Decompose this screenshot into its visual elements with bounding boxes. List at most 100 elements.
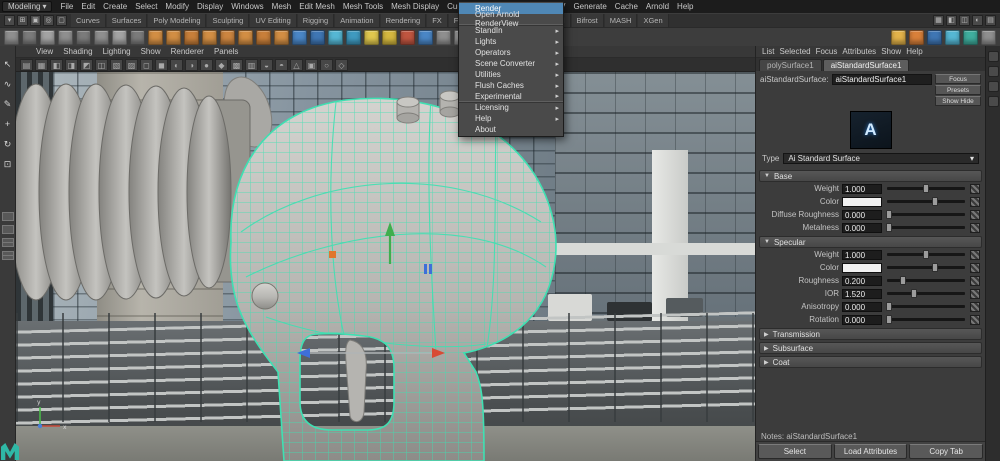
menubar-item[interactable]: Cache — [611, 0, 642, 13]
attribute-slider[interactable] — [887, 200, 965, 203]
shelf-tab[interactable]: Rendering — [381, 14, 427, 27]
channel-box-toggle[interactable] — [988, 81, 999, 92]
shelf-icon[interactable] — [220, 30, 235, 45]
menubar-item[interactable]: Generate — [569, 0, 610, 13]
shelf-icon[interactable] — [382, 30, 397, 45]
footer-button[interactable]: Select — [758, 444, 832, 459]
shelf-icon[interactable] — [184, 30, 199, 45]
shelf-icon[interactable] — [346, 30, 361, 45]
viewport-toolbar-icon[interactable]: ▩ — [230, 59, 243, 71]
menu-item[interactable]: Open Arnold RenderView ▸ — [459, 14, 563, 25]
viewport-toolbar-icon[interactable]: ▦ — [35, 59, 48, 71]
attribute-slider[interactable] — [887, 279, 965, 282]
viewport-toolbar-icon[interactable]: ▤ — [20, 59, 33, 71]
status-icon[interactable]: ◧ — [946, 15, 957, 26]
viewport-toolbar-icon[interactable]: ◑ — [185, 59, 198, 71]
scale-tool-icon[interactable]: ⊡ — [2, 158, 14, 170]
shelf-icon[interactable] — [418, 30, 433, 45]
shelf-tab[interactable]: Surfaces — [107, 14, 148, 27]
workspace-selector[interactable]: Modeling ▾ — [2, 1, 52, 12]
viewport-toolbar-icon[interactable]: ▨ — [125, 59, 138, 71]
shelf-icon[interactable] — [292, 30, 307, 45]
slider-handle[interactable] — [932, 197, 938, 206]
viewport-toolbar-icon[interactable]: ◓ — [275, 59, 288, 71]
value-field[interactable]: 0.000 — [842, 315, 882, 325]
map-button[interactable] — [970, 210, 980, 220]
menubar-item[interactable]: Display — [193, 0, 227, 13]
status-icon[interactable]: ⊞ — [17, 15, 28, 26]
node-tab[interactable]: polySurface1 — [759, 59, 822, 71]
shelf-icon[interactable] — [400, 30, 415, 45]
slider-handle[interactable] — [923, 184, 929, 193]
shelf-icon[interactable] — [112, 30, 127, 45]
menubar-item[interactable]: Windows — [227, 0, 267, 13]
viewport-toolbar-icon[interactable]: ▣ — [305, 59, 318, 71]
viewport-toolbar-icon[interactable]: ◆ — [215, 59, 228, 71]
slider-handle[interactable] — [923, 250, 929, 259]
shelf-icon[interactable] — [274, 30, 289, 45]
section-header[interactable]: ▼Specular — [759, 236, 982, 248]
shelf-icon[interactable] — [148, 30, 163, 45]
viewport-toolbar-icon[interactable]: ◒ — [260, 59, 273, 71]
value-field[interactable]: 1.000 — [842, 250, 882, 260]
shelf-icon[interactable] — [945, 30, 960, 45]
shelf-icon[interactable] — [328, 30, 343, 45]
shelf-tab[interactable]: Bifrost — [572, 14, 604, 27]
shelf-icon[interactable] — [40, 30, 55, 45]
menu-item[interactable]: Flush Caches ▸ — [459, 80, 563, 91]
layout-single-pane-button[interactable] — [2, 212, 14, 221]
panel-menu-item[interactable]: View — [32, 47, 57, 56]
menu-item[interactable]: StandIn ▸ — [459, 25, 563, 36]
shelf-icon[interactable] — [364, 30, 379, 45]
status-icon[interactable]: ▾ — [4, 15, 15, 26]
shelf-icon[interactable] — [927, 30, 942, 45]
viewport-toolbar-icon[interactable]: ○ — [320, 59, 333, 71]
menu-item[interactable]: Experimental ▸ — [459, 91, 563, 102]
menubar-item[interactable]: File — [56, 0, 77, 13]
shelf-icon[interactable] — [4, 30, 19, 45]
footer-button[interactable]: Copy Tab — [909, 444, 983, 459]
status-icon[interactable]: ▣ — [30, 15, 41, 26]
map-button[interactable] — [970, 223, 980, 233]
viewport-toolbar-icon[interactable]: ◨ — [65, 59, 78, 71]
menu-item[interactable]: Scene Converter ▸ — [459, 58, 563, 69]
viewport-toolbar-icon[interactable]: ◇ — [335, 59, 348, 71]
layout-two-pane-button[interactable] — [2, 225, 14, 234]
status-icon[interactable]: ◫ — [959, 15, 970, 26]
shelf-tab[interactable]: XGen — [638, 14, 668, 27]
map-button[interactable] — [970, 289, 980, 299]
menubar-item[interactable]: Mesh — [268, 0, 296, 13]
raygun-side-sphere[interactable] — [252, 283, 278, 309]
viewport-toolbar-icon[interactable]: ◧ — [50, 59, 63, 71]
shelf-icon[interactable] — [310, 30, 325, 45]
menu-item[interactable]: Operators ▸ — [459, 47, 563, 58]
value-field[interactable]: 0.000 — [842, 223, 882, 233]
section-header[interactable]: ▶Subsurface — [759, 342, 982, 354]
shelf-tab[interactable]: Sculpting — [207, 14, 249, 27]
section-header[interactable]: ▶Transmission — [759, 328, 982, 340]
attribute-slider[interactable] — [887, 253, 965, 256]
menubar-item[interactable]: Help — [673, 0, 697, 13]
shelf-tab[interactable]: Curves — [71, 14, 106, 27]
attribute-slider[interactable] — [887, 213, 965, 216]
viewport-toolbar-icon[interactable]: ◐ — [170, 59, 183, 71]
shelf-tab[interactable]: Rigging — [298, 14, 334, 27]
color-swatch[interactable] — [842, 263, 882, 273]
menu-item[interactable]: Help ▸ — [459, 113, 563, 124]
panel-menu-item[interactable]: Renderer — [167, 47, 208, 56]
panel-menu-item[interactable]: Panels — [210, 47, 242, 56]
panel-menu-item[interactable]: Lighting — [99, 47, 135, 56]
node-side-button[interactable]: Presets — [935, 85, 981, 95]
attribute-editor-menu-item[interactable]: Help — [906, 47, 922, 56]
map-button[interactable] — [970, 263, 980, 273]
attribute-editor-menu-item[interactable]: List — [762, 47, 774, 56]
attribute-editor-menu-item[interactable]: Selected — [779, 47, 810, 56]
node-side-button[interactable]: Focus — [935, 74, 981, 84]
tool-settings-toggle[interactable] — [988, 66, 999, 77]
layout-stacked-pane-button[interactable] — [2, 238, 14, 247]
slider-handle[interactable] — [900, 276, 906, 285]
node-name-field[interactable]: aiStandardSurface1 — [832, 74, 933, 85]
map-button[interactable] — [970, 250, 980, 260]
viewport-toolbar-icon[interactable]: △ — [290, 59, 303, 71]
raygun-body[interactable] — [230, 97, 555, 461]
